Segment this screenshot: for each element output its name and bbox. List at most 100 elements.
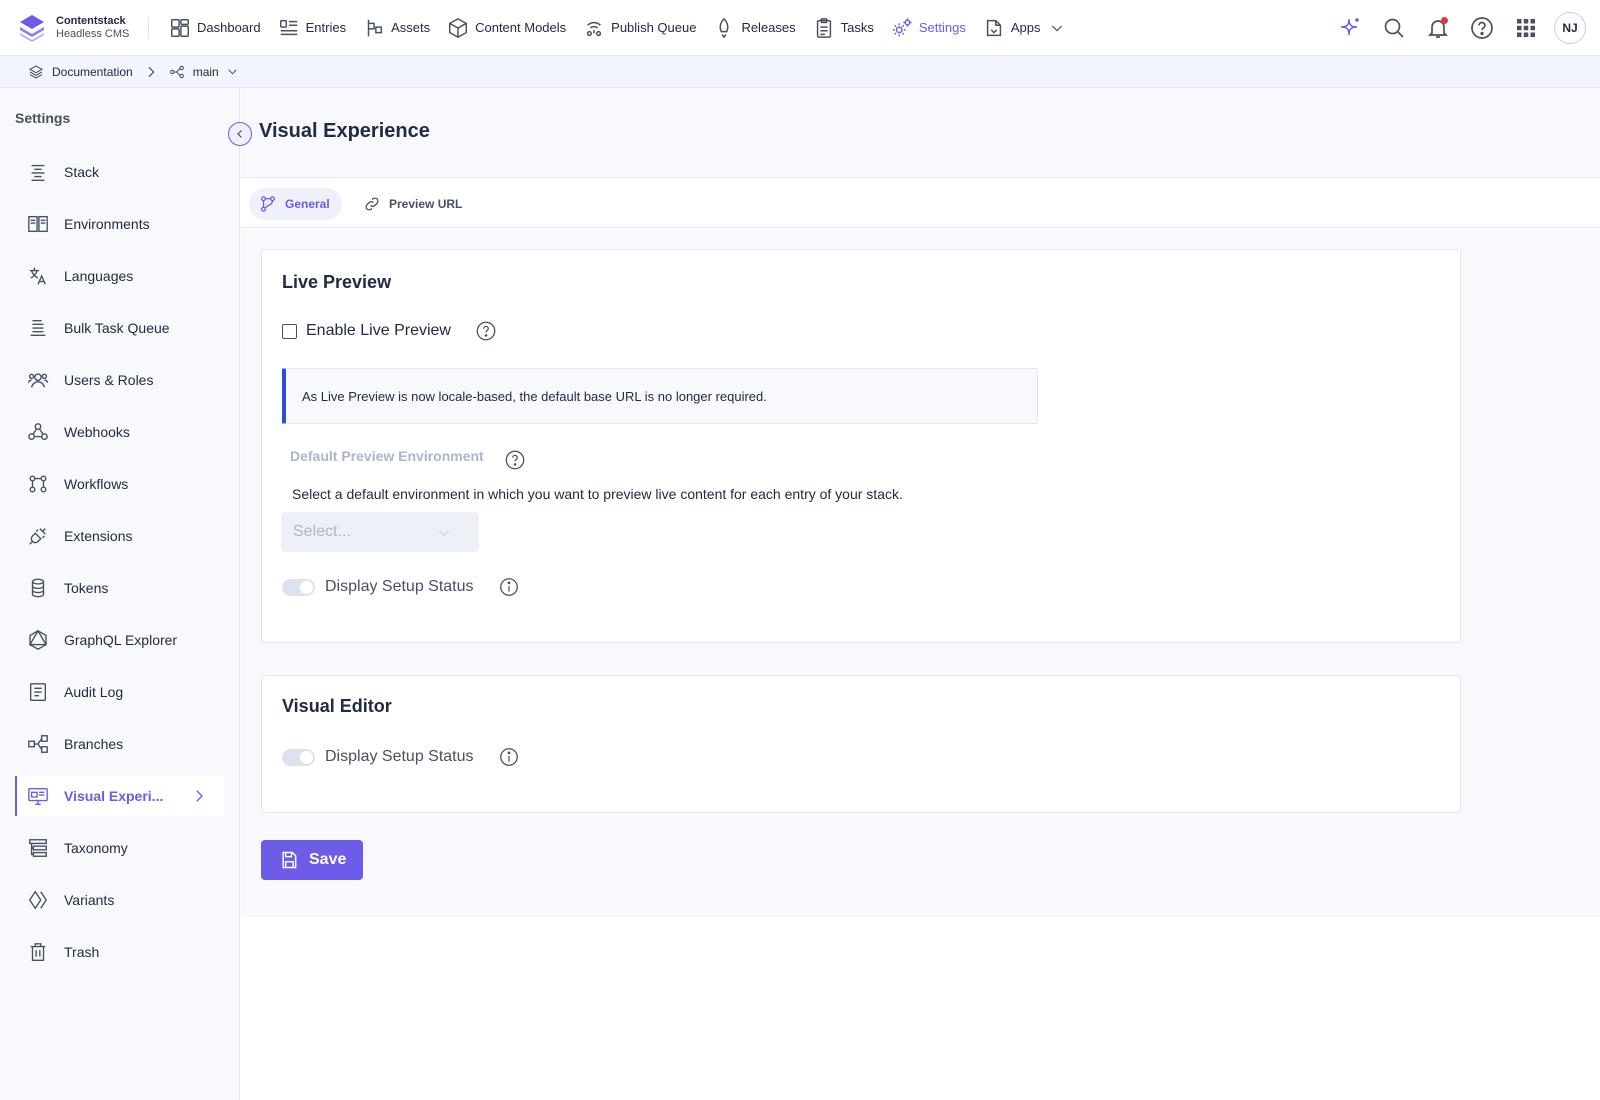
sidebar-item-label: Tokens <box>64 580 109 596</box>
sidebar-item-audit-log[interactable]: Audit Log <box>15 672 224 712</box>
sidebar-item-label: Audit Log <box>64 684 124 700</box>
brand-name: Contentstack <box>56 14 126 27</box>
sidebar-item-webhooks[interactable]: Webhooks <box>15 412 224 452</box>
nav-utilities: NJ <box>1328 0 1586 56</box>
tab-preview-url[interactable]: Preview URL <box>353 188 474 220</box>
chevron-right-icon <box>148 66 155 77</box>
chevron-down-icon <box>228 69 237 75</box>
app-switcher-button[interactable] <box>1504 6 1548 50</box>
sidebar-item-label: Users & Roles <box>64 372 154 388</box>
sidebar-item-visual-experience[interactable]: Visual Experi... <box>15 776 224 816</box>
nav-dashboard-label: Dashboard <box>197 20 261 35</box>
link-icon <box>365 197 379 211</box>
info-icon[interactable] <box>498 746 520 768</box>
tab-general[interactable]: General <box>249 188 342 220</box>
save-button[interactable]: Save <box>261 840 363 880</box>
search-icon <box>1384 18 1404 38</box>
visual-editor-card: Visual Editor Display Setup Status <box>261 675 1461 813</box>
help-button[interactable] <box>1460 6 1504 50</box>
collapse-sidebar-button[interactable] <box>228 122 252 146</box>
sidebar-item-variants[interactable]: Variants <box>15 880 224 920</box>
workflow-icon <box>260 196 276 212</box>
sidebar-item-label: Languages <box>64 268 134 284</box>
nav-entries-label: Entries <box>305 20 347 35</box>
breadcrumb-stack[interactable]: Documentation <box>28 64 133 80</box>
nav-entries[interactable]: Entries <box>272 0 357 55</box>
chevron-down-icon <box>1051 25 1062 32</box>
users-icon <box>27 373 49 388</box>
brand-divider <box>148 16 149 39</box>
tab-bar: General Preview URL <box>241 178 1600 228</box>
releases-icon <box>720 17 729 38</box>
sidebar-item-stack[interactable]: Stack <box>15 152 224 192</box>
sidebar-item-taxonomy[interactable]: Taxonomy <box>15 828 224 868</box>
sidebar-item-users-roles[interactable]: Users & Roles <box>15 360 224 400</box>
user-avatar[interactable]: NJ <box>1554 12 1586 44</box>
entries-icon <box>279 19 297 35</box>
sidebar-item-graphql-explorer[interactable]: GraphQL Explorer <box>15 620 224 660</box>
sidebar-title: Settings <box>15 110 71 126</box>
sidebar-item-label: Visual Experi... <box>64 788 164 804</box>
sidebar-item-workflows[interactable]: Workflows <box>15 464 224 504</box>
nav-tasks[interactable]: Tasks <box>807 0 885 55</box>
sidebar-item-bulk-task-queue[interactable]: Bulk Task Queue <box>15 308 224 348</box>
nav-assets[interactable]: Assets <box>357 0 441 55</box>
search-button[interactable] <box>1372 6 1416 50</box>
visual-editor-setup-status-toggle[interactable] <box>282 748 315 766</box>
sidebar-item-label: Stack <box>64 164 100 180</box>
tasks-icon <box>816 17 831 38</box>
sidebar-item-environments[interactable]: Environments <box>15 204 224 244</box>
apps-icon <box>986 19 1002 36</box>
default-preview-environment-label: Default Preview Environment <box>290 448 484 464</box>
enable-live-preview-row: Enable Live Preview <box>282 320 497 342</box>
branch-label: main <box>192 64 219 79</box>
notifications-button[interactable] <box>1416 6 1460 50</box>
question-circle-icon[interactable] <box>504 449 526 471</box>
trash-icon <box>30 943 46 961</box>
ai-assistant-button[interactable] <box>1328 6 1372 50</box>
nav-dashboard[interactable]: Dashboard <box>163 0 272 55</box>
info-icon[interactable] <box>498 576 520 598</box>
nav-settings[interactable]: Settings <box>885 0 977 55</box>
translate-icon <box>29 267 46 285</box>
tab-general-label: General <box>285 197 330 211</box>
webhooks-icon <box>28 423 48 441</box>
live-preview-setup-status-toggle[interactable] <box>282 578 315 596</box>
sidebar-item-trash[interactable]: Trash <box>15 932 224 972</box>
sidebar-item-label: Extensions <box>64 528 133 544</box>
brand[interactable]: Contentstack Headless CMS <box>0 0 148 55</box>
sidebar-item-label: Variants <box>64 892 115 908</box>
nav-apps[interactable]: Apps <box>977 0 1076 55</box>
nav-content-models[interactable]: Content Models <box>441 0 577 55</box>
sidebar-item-languages[interactable]: Languages <box>15 256 224 296</box>
visual-editor-title: Visual Editor <box>282 696 392 716</box>
content-models-icon <box>449 17 468 38</box>
sidebar-item-extensions[interactable]: Extensions <box>15 516 224 556</box>
locale-notice: As Live Preview is now locale-based, the… <box>282 368 1038 424</box>
chevron-left-icon <box>237 130 242 138</box>
sidebar-item-label: GraphQL Explorer <box>64 632 178 648</box>
sidebar-list: Stack Environments Languages Bulk Task Q… <box>15 152 224 984</box>
graphql-icon <box>28 629 48 650</box>
sidebar-item-branches[interactable]: Branches <box>15 724 224 764</box>
environment-select[interactable]: Select... <box>281 512 479 552</box>
sidebar-item-label: Webhooks <box>64 424 130 440</box>
page-header: Visual Experience <box>241 88 1600 178</box>
visual-editor-setup-status-label: Display Setup Status <box>325 748 474 765</box>
dashboard-icon <box>171 18 189 37</box>
assets-icon <box>367 19 383 36</box>
branch-icon <box>169 65 184 78</box>
sparkle-icon <box>1340 18 1359 36</box>
question-circle-icon[interactable] <box>475 320 497 342</box>
nav-releases[interactable]: Releases <box>707 0 806 55</box>
branch-selector[interactable]: main <box>169 64 239 80</box>
enable-live-preview-checkbox[interactable] <box>282 323 297 339</box>
sidebar-item-tokens[interactable]: Tokens <box>15 568 224 608</box>
variants-icon <box>28 890 48 910</box>
enable-live-preview-label[interactable]: Enable Live Preview <box>306 322 451 340</box>
notification-dot <box>1441 17 1448 24</box>
chevron-right-icon <box>196 790 203 802</box>
settings-sidebar: Settings Stack Environments Languages Bu… <box>0 88 240 1100</box>
nav-publish-queue[interactable]: Publish Queue <box>577 0 707 55</box>
nav-settings-label: Settings <box>918 20 966 35</box>
